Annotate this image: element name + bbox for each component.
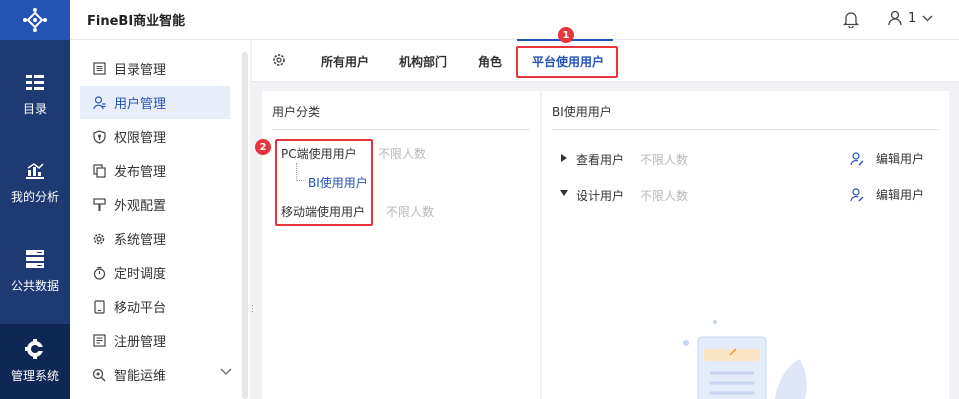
menu-item-label: 权限管理 [114, 131, 167, 146]
edit-user-label: 编辑用户 [876, 152, 925, 166]
pc-users-limit: 不限人数 [378, 147, 427, 161]
catalog-icon [26, 74, 44, 90]
collapse-arrow-icon[interactable] [560, 190, 568, 196]
menu-item-mobile-platform[interactable]: 移动平台 [80, 290, 230, 323]
menu-item-catalog-management[interactable]: 目录管理 [80, 52, 230, 85]
user-category-panel: 用户分类 [262, 91, 540, 399]
top-header: FineBI商业智能 1 [70, 0, 959, 40]
expand-arrow-icon[interactable] [561, 154, 567, 162]
user-avatar-icon [888, 10, 902, 26]
gear-icon[interactable] [272, 53, 286, 67]
main-nav: 目录 我的分析 公共数据 管理系统 [0, 0, 70, 399]
menu-item-label: 外观配置 [114, 199, 167, 214]
annotation-badge-1: 1 [558, 27, 574, 43]
app-logo[interactable] [0, 0, 70, 40]
edit-user-icon [850, 151, 864, 165]
bi-users-panel: BI使用用户 [542, 91, 949, 399]
panel-title: 用户分类 [272, 105, 321, 119]
menu-item-label: 发布管理 [114, 165, 167, 180]
empty-state-illustration [683, 320, 807, 399]
menu-item-publish-management[interactable]: 发布管理 [80, 154, 230, 187]
settings-icon [92, 232, 106, 246]
tab-roles[interactable]: 角色 [478, 53, 502, 70]
nav-item-catalog[interactable]: 目录 [0, 60, 70, 130]
edit-view-users-button[interactable]: 编辑用户 [850, 150, 924, 167]
menu-item-scheduled-tasks[interactable]: 定时调度 [80, 256, 230, 289]
menu-item-label: 智能运维 [114, 369, 167, 384]
menu-item-permission-management[interactable]: 权限管理 [80, 120, 230, 153]
user-menu[interactable]: 1 [888, 10, 933, 26]
mobile-users-limit: 不限人数 [386, 205, 435, 219]
database-icon [26, 249, 44, 268]
nav-item-label: 管理系统 [10, 369, 59, 383]
menu-item-label: 系统管理 [114, 233, 167, 248]
user-name: 1 [908, 10, 917, 26]
menu-item-label: 定时调度 [114, 267, 167, 282]
menu-item-label: 用户管理 [114, 97, 167, 112]
nav-item-label: 我的分析 [10, 189, 59, 204]
nav-item-management[interactable]: 管理系统 [0, 324, 70, 399]
nav-item-label: 目录 [22, 101, 47, 116]
nav-item-label: 公共数据 [10, 278, 59, 293]
design-users-label[interactable]: 设计用户 [576, 187, 624, 204]
highlight-box-tab [516, 46, 618, 78]
menu-item-intelligent-ops[interactable]: 智能运维 [80, 358, 232, 391]
menu-scrollbar[interactable] [242, 52, 248, 399]
chevron-down-icon [922, 15, 933, 21]
secondary-menu: 目录管理 用户管理 权限管理 发布管理 外观配置 系统管理 定时调度 移动平台 … [70, 40, 250, 399]
resize-handle[interactable] [251, 303, 255, 317]
ops-icon [92, 368, 106, 382]
view-users-label[interactable]: 查看用户 [576, 151, 624, 168]
mobile-icon [92, 299, 106, 314]
list-icon [92, 62, 106, 76]
menu-item-label: 目录管理 [114, 63, 167, 78]
register-icon [92, 334, 106, 348]
menu-item-system-management[interactable]: 系统管理 [80, 222, 230, 255]
user-icon [92, 95, 106, 110]
tab-all-users[interactable]: 所有用户 [321, 53, 369, 70]
bell-icon[interactable] [843, 11, 859, 28]
nav-item-my-analysis[interactable]: 我的分析 [0, 148, 70, 218]
analysis-icon [26, 162, 44, 179]
highlight-box-categories [275, 139, 373, 226]
edit-user-icon [850, 187, 864, 201]
shield-icon [92, 129, 106, 144]
menu-item-user-management[interactable]: 用户管理 [80, 86, 230, 119]
management-gear-icon [25, 339, 45, 359]
menu-item-registration-management[interactable]: 注册管理 [80, 324, 230, 357]
logo-icon [23, 8, 47, 32]
brand-title: FineBI商业智能 [87, 14, 186, 29]
divider [272, 129, 530, 130]
timer-icon [92, 266, 106, 280]
divider [552, 129, 939, 130]
copy-icon [92, 163, 106, 178]
annotation-badge-2: 2 [255, 139, 271, 155]
nav-item-public-data[interactable]: 公共数据 [0, 236, 70, 306]
brush-icon [92, 197, 106, 212]
panel-title: BI使用用户 [552, 105, 612, 119]
design-users-limit: 不限人数 [640, 189, 689, 203]
edit-user-label: 编辑用户 [876, 188, 925, 202]
edit-design-users-button[interactable]: 编辑用户 [850, 186, 924, 203]
menu-item-appearance-config[interactable]: 外观配置 [80, 188, 230, 221]
view-users-limit: 不限人数 [640, 153, 689, 167]
menu-item-label: 注册管理 [114, 335, 167, 350]
tab-departments[interactable]: 机构部门 [399, 53, 447, 70]
menu-item-label: 移动平台 [114, 301, 167, 316]
chevron-down-icon[interactable] [220, 368, 232, 376]
